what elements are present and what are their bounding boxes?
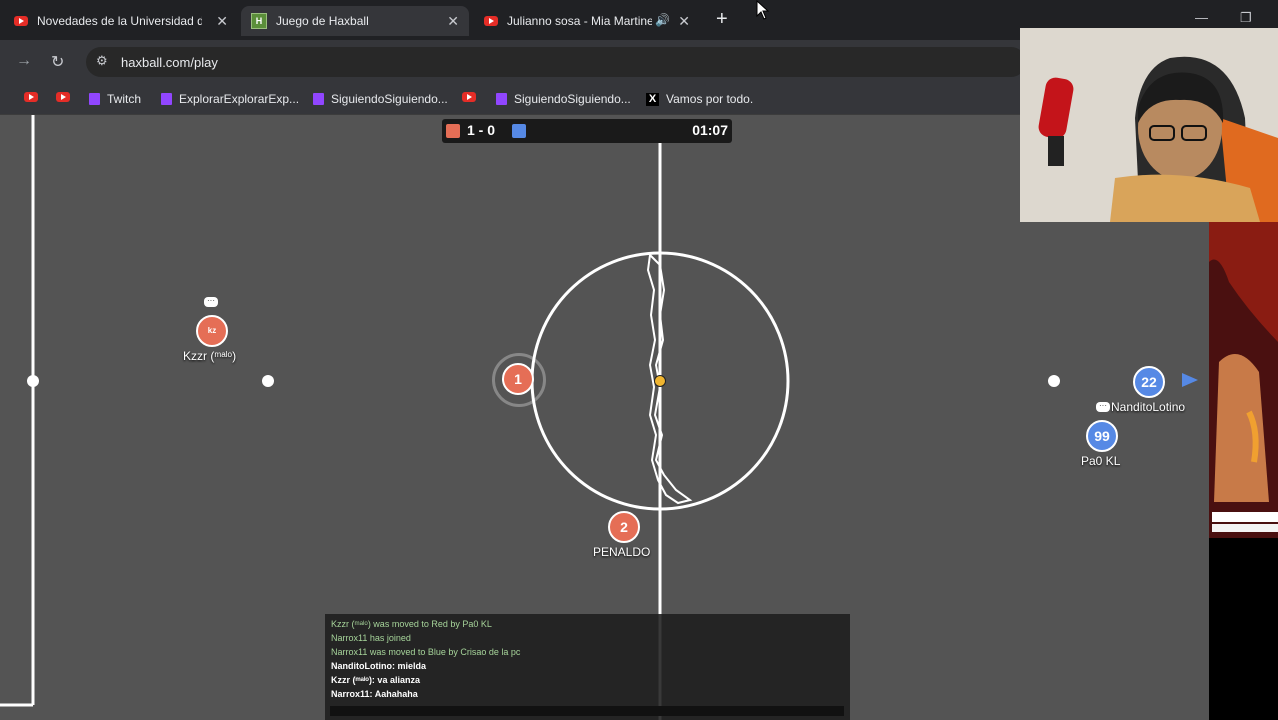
- youtube-icon: [462, 92, 476, 102]
- player-number: 22: [1141, 374, 1157, 390]
- url-text: haxball.com/play: [121, 55, 218, 70]
- bookmark-item[interactable]: SiguiendoSiguiendo...: [496, 92, 631, 106]
- chat-line: Narrox11 has joined: [331, 633, 411, 643]
- player-name: Kzzr (ᵐᵃˡᵒ): [183, 349, 237, 363]
- x-icon: X: [646, 92, 659, 106]
- twitch-icon: [496, 93, 507, 105]
- red-player-kzzr: kz: [196, 315, 228, 347]
- bookmark-item[interactable]: SiguiendoSiguiendo...: [313, 92, 448, 106]
- bookmark-item[interactable]: [24, 92, 45, 102]
- close-tab-icon[interactable]: ✕: [216, 13, 228, 30]
- haxball-icon: H: [251, 13, 267, 29]
- chat-line: Kzzr (ᵐᵃˡᵒ) was moved to Red by Pa0 KL: [331, 619, 492, 629]
- chat-line: Narrox11 was moved to Blue by Crisao de …: [331, 647, 521, 657]
- bookmark-item[interactable]: X Vamos por todo.: [646, 92, 753, 106]
- chat-line: Narrox11: Aahahaha: [331, 689, 418, 699]
- bookmark-label: ExplorarExplorarExp...: [179, 92, 300, 106]
- bookmark-item[interactable]: [462, 92, 483, 102]
- new-tab-button[interactable]: +: [716, 8, 728, 31]
- player-number: 2: [620, 519, 628, 535]
- player-name: PENALDO: [593, 545, 651, 559]
- webcam-overlay: [1020, 28, 1278, 222]
- chat-input[interactable]: [330, 706, 844, 716]
- blue-player-99: 99: [1086, 420, 1118, 452]
- mouse-cursor-icon: [756, 0, 770, 20]
- twitch-icon: [89, 93, 100, 105]
- address-bar[interactable]: ⚙ haxball.com/play: [86, 47, 1026, 77]
- red-player-2: 2: [608, 511, 640, 543]
- twitch-icon: [161, 93, 172, 105]
- minimize-icon[interactable]: —: [1195, 10, 1208, 25]
- blue-team-square: [512, 124, 526, 138]
- player-name: Pa0 KL: [1081, 454, 1121, 468]
- tab-label: Julianno sosa - Mia Martine: [507, 14, 652, 28]
- tab-haxball[interactable]: H Juego de Haxball ✕: [241, 6, 469, 36]
- player-avatar: kz: [207, 326, 217, 335]
- direction-arrow-icon: [1182, 373, 1198, 387]
- blue-player-22: 22: [1133, 366, 1165, 398]
- side-art: [1209, 222, 1278, 538]
- bookmark-item[interactable]: ExplorarExplorarExp...: [161, 92, 299, 106]
- bookmark-item[interactable]: [56, 92, 77, 102]
- ball: [654, 375, 666, 387]
- red-player-1: 1: [502, 363, 534, 395]
- youtube-icon: [484, 16, 498, 26]
- tab-youtube-novedades[interactable]: Novedades de la Universidad d ✕: [0, 6, 238, 36]
- bookmark-label: SiguiendoSiguiendo...: [514, 92, 631, 106]
- side-thumbnail-image: [1209, 222, 1278, 538]
- twitch-icon: [313, 93, 324, 105]
- site-settings-icon[interactable]: ⚙: [96, 53, 108, 69]
- tab-youtube-julianno[interactable]: Julianno sosa - Mia Martine 🔊 ✕: [470, 6, 700, 36]
- tab-label: Novedades de la Universidad d: [37, 14, 202, 28]
- close-tab-icon[interactable]: ✕: [447, 13, 459, 30]
- youtube-icon: [14, 16, 28, 26]
- bookmark-label: SiguiendoSiguiendo...: [331, 92, 448, 106]
- close-tab-icon[interactable]: ✕: [678, 13, 690, 30]
- black-panel: [1209, 538, 1278, 720]
- webcam-image: [1020, 28, 1278, 222]
- bookmark-label: Vamos por todo.: [666, 92, 754, 106]
- reload-icon[interactable]: ↻: [51, 52, 64, 72]
- tab-label: Juego de Haxball: [276, 14, 369, 28]
- youtube-icon: [56, 92, 70, 102]
- match-timer: 01:07: [692, 122, 728, 138]
- chat-bubble-icon: ···: [1096, 402, 1110, 412]
- restore-icon[interactable]: ❐: [1240, 10, 1252, 26]
- player-number: 1: [514, 371, 522, 387]
- bookmark-label: Twitch: [107, 92, 142, 106]
- youtube-icon: [24, 92, 38, 102]
- scoreboard: 1 - 0 01:07: [442, 119, 732, 143]
- chat-panel: Kzzr (ᵐᵃˡᵒ) was moved to Red by Pa0 KL N…: [325, 614, 850, 720]
- chat-line: NanditoLotino: mielda: [331, 661, 426, 671]
- chat-line: Kzzr (ᵐᵃˡᵒ): va alianza: [331, 675, 420, 685]
- speaker-icon[interactable]: 🔊: [655, 13, 670, 27]
- player-number: 99: [1094, 428, 1110, 444]
- score-text: 1 - 0: [467, 122, 496, 138]
- red-team-square: [446, 124, 460, 138]
- player-name: NanditoLotino: [1111, 400, 1186, 414]
- chat-bubble-icon: ···: [204, 297, 218, 307]
- forward-icon[interactable]: →: [16, 52, 32, 70]
- bookmark-item[interactable]: Twitch: [89, 92, 141, 106]
